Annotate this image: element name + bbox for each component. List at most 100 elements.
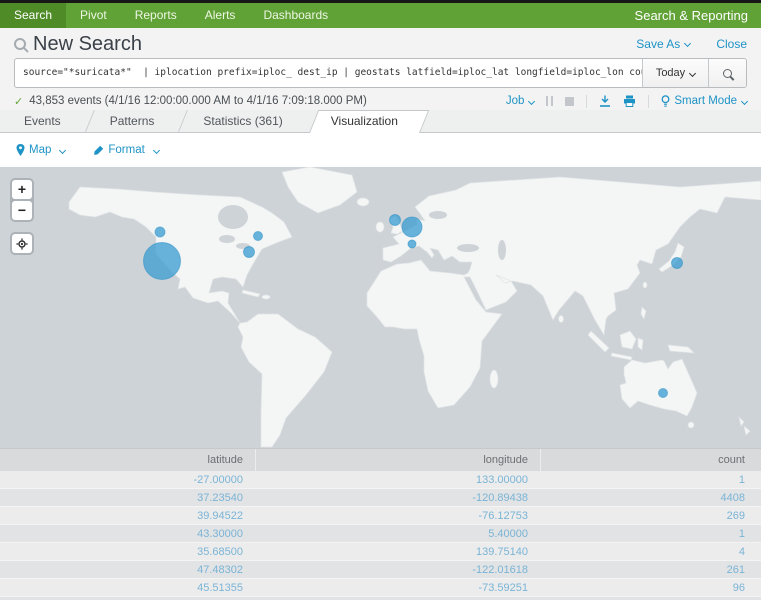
table-cell-latitude[interactable]: 43.30000 <box>0 525 255 542</box>
table-cell-count[interactable]: 4408 <box>540 489 761 506</box>
table-cell-longitude[interactable]: 5.40000 <box>255 525 540 542</box>
result-tabs: Events Patterns Statistics (361) Visualizat… <box>0 110 761 133</box>
table-cell-longitude[interactable]: -76.12753 <box>255 507 540 524</box>
search-query-input[interactable]: source="*suricata*" | iplocation prefix=… <box>15 59 642 87</box>
geostats-map[interactable]: + − <box>0 167 761 448</box>
nav-item-pivot[interactable]: Pivot <box>66 3 121 28</box>
search-title-icon <box>14 38 26 50</box>
tab-label: Events <box>24 114 61 128</box>
job-success-check-icon: ✓ <box>14 95 23 108</box>
app-title: Search & Reporting <box>635 3 761 28</box>
table-cell-count[interactable]: 4 <box>540 543 761 560</box>
zoom-out-button[interactable]: − <box>12 201 32 220</box>
stop-icon[interactable] <box>565 97 574 106</box>
map-bubble[interactable] <box>390 215 401 226</box>
tab-visualization[interactable]: Visualization <box>307 110 422 132</box>
water-black-sea <box>457 244 479 252</box>
landmass-new-zealand <box>739 417 750 435</box>
map-bubble[interactable] <box>408 240 416 248</box>
search-header: New Search Save As Close source="*surica… <box>0 28 761 110</box>
save-as-label: Save As <box>636 37 680 51</box>
world-map <box>0 167 761 448</box>
save-as-button[interactable]: Save As <box>636 37 690 51</box>
table-cell-count[interactable]: 1 <box>540 471 761 488</box>
format-button[interactable]: Format <box>93 144 158 156</box>
close-button[interactable]: Close <box>716 37 747 51</box>
nav-item-search[interactable]: Search <box>0 3 66 28</box>
water-hudson-bay <box>218 205 248 229</box>
landmass-taiwan <box>643 282 647 288</box>
table-cell-longitude[interactable]: 133.00000 <box>255 471 540 488</box>
job-menu-button[interactable]: Job <box>506 95 535 107</box>
table-cell-latitude[interactable]: -27.00000 <box>0 471 255 488</box>
table-cell-latitude[interactable]: 45.51355 <box>0 579 255 596</box>
close-label: Close <box>716 37 747 51</box>
time-range-label: Today <box>656 67 685 79</box>
chevron-down-icon <box>528 97 535 104</box>
locate-button[interactable] <box>12 234 32 253</box>
chevron-down-icon <box>59 146 66 153</box>
printer-icon <box>623 95 636 107</box>
landmass-north-america <box>69 187 292 323</box>
nav-item-reports[interactable]: Reports <box>121 3 191 28</box>
table-cell-latitude[interactable]: 37.23540 <box>0 489 255 506</box>
map-type-button[interactable]: Map <box>16 144 65 156</box>
table-row: 39.94522-76.12753269 <box>0 507 761 525</box>
table-cell-count[interactable]: 261 <box>540 561 761 578</box>
table-row: 35.68500139.751404 <box>0 543 761 561</box>
landmass-madagascar <box>490 370 498 388</box>
job-label: Job <box>506 95 525 107</box>
search-icon <box>723 69 732 78</box>
download-icon <box>599 95 611 107</box>
results-table-body: -27.00000133.00000137.23540-120.89438440… <box>0 471 761 600</box>
map-bubble[interactable] <box>144 243 181 280</box>
results-table: latitudelongitudecount -27.00000133.0000… <box>0 448 761 600</box>
landmass-new-guinea <box>668 345 694 353</box>
print-button[interactable] <box>623 95 636 107</box>
water-baltic-sea <box>429 211 447 219</box>
table-row: 47.48302-122.01618261 <box>0 561 761 579</box>
table-cell-latitude[interactable]: 47.48302 <box>0 561 255 578</box>
table-cell-latitude[interactable]: 39.94522 <box>0 507 255 524</box>
map-bubble[interactable] <box>254 232 263 241</box>
tab-patterns[interactable]: Patterns <box>86 110 179 132</box>
table-cell-longitude[interactable]: 139.75140 <box>255 543 540 560</box>
table-cell-longitude[interactable]: -122.01618 <box>255 561 540 578</box>
column-header-latitude[interactable]: latitude <box>0 449 255 471</box>
table-cell-longitude[interactable]: -73.59251 <box>255 579 540 596</box>
table-cell-count[interactable]: 269 <box>540 507 761 524</box>
map-bubble[interactable] <box>244 247 255 258</box>
landmass-iceland <box>357 198 369 206</box>
nav-item-alerts[interactable]: Alerts <box>191 3 250 28</box>
landmass-sulawesi <box>638 338 643 350</box>
table-cell-latitude[interactable]: 35.68500 <box>0 543 255 560</box>
export-button[interactable] <box>599 95 611 107</box>
nav-item-dashboards[interactable]: Dashboards <box>249 3 342 28</box>
tab-events[interactable]: Events <box>0 110 85 132</box>
landmass-cuba <box>242 290 260 297</box>
search-mode-selector[interactable]: Smart Mode <box>661 95 747 108</box>
map-bubble[interactable] <box>155 227 165 237</box>
chevron-down-icon <box>689 69 696 76</box>
pause-icon[interactable] <box>546 96 553 106</box>
app-nav-items: SearchPivotReportsAlertsDashboards <box>0 3 342 28</box>
tab-label: Statistics (361) <box>203 114 282 128</box>
column-header-count[interactable]: count <box>540 449 761 471</box>
table-cell-count[interactable]: 1 <box>540 525 761 542</box>
search-submit-button[interactable] <box>708 59 746 87</box>
zoom-in-button[interactable]: + <box>12 180 32 199</box>
landmass-ireland <box>376 222 384 232</box>
tab-statistics-361[interactable]: Statistics (361) <box>179 110 306 132</box>
landmass-south-america <box>238 314 332 447</box>
format-brush-icon <box>93 145 104 156</box>
table-row: -27.00000133.000001 <box>0 471 761 489</box>
time-range-picker[interactable]: Today <box>642 59 708 87</box>
table-cell-count[interactable]: 96 <box>540 579 761 596</box>
landmass-sri-lanka <box>559 316 564 323</box>
map-bubble[interactable] <box>402 217 422 237</box>
column-header-longitude[interactable]: longitude <box>255 449 540 471</box>
map-bubble[interactable] <box>659 389 668 398</box>
map-bubble[interactable] <box>672 258 683 269</box>
divider <box>648 95 649 108</box>
table-cell-longitude[interactable]: -120.89438 <box>255 489 540 506</box>
